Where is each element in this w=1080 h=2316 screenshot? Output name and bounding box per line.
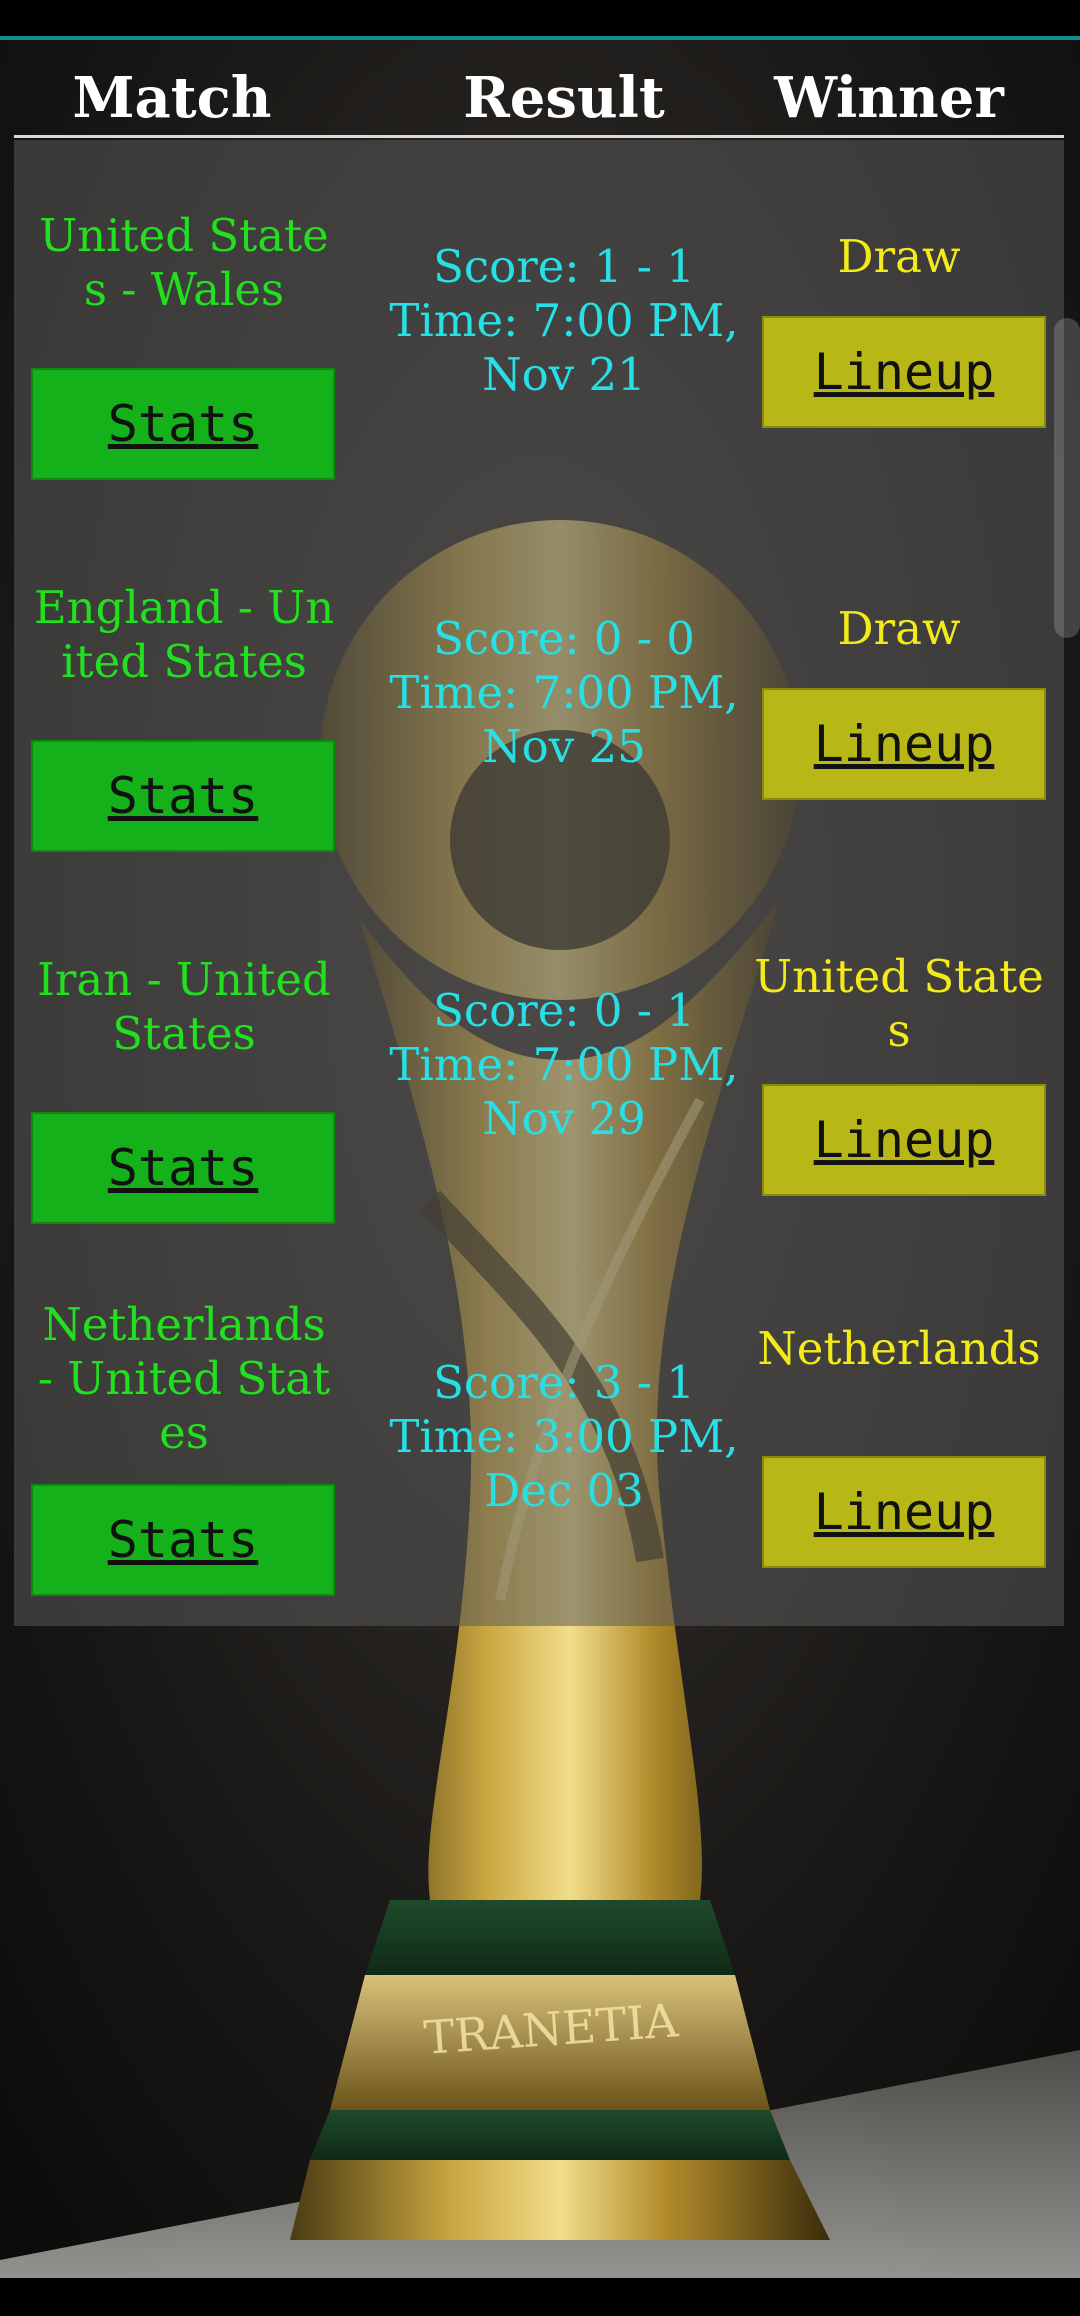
match-result: Score: 3 - 1 Time: 3:00 PM, Dec 03 bbox=[384, 1356, 744, 1518]
match-result: Score: 1 - 1 Time: 7:00 PM, Nov 21 bbox=[384, 240, 744, 402]
match-winner: Draw bbox=[837, 602, 961, 655]
match-teams: Netherlands - United States bbox=[37, 1298, 331, 1459]
table-row: England - United States Stats Score: 0 -… bbox=[14, 512, 1064, 884]
table-row: United States - Wales Stats Score: 1 - 1… bbox=[14, 140, 1064, 512]
table-row: Iran - United States Stats Score: 0 - 1 … bbox=[14, 884, 1064, 1256]
match-result: Score: 0 - 1 Time: 7:00 PM, Nov 29 bbox=[384, 984, 744, 1146]
header-winner: Winner bbox=[774, 65, 1004, 131]
header-result: Result bbox=[463, 65, 665, 131]
match-score: Score: 3 - 1 bbox=[433, 1356, 695, 1409]
match-score: Score: 0 - 0 bbox=[433, 612, 695, 665]
scrollbar[interactable] bbox=[1054, 318, 1080, 638]
match-teams: United States - Wales bbox=[39, 209, 329, 316]
stats-button[interactable]: Stats bbox=[31, 1484, 335, 1596]
lineup-button[interactable]: Lineup bbox=[762, 1084, 1046, 1196]
match-teams: Iran - United States bbox=[37, 953, 331, 1060]
match-time: Time: 7:00 PM, Nov 29 bbox=[389, 1038, 739, 1145]
match-winner: Netherlands bbox=[757, 1322, 1041, 1375]
header-match: Match bbox=[72, 65, 272, 131]
match-score: Score: 1 - 1 bbox=[433, 240, 695, 293]
status-bar bbox=[0, 0, 1080, 36]
match-time: Time: 7:00 PM, Nov 21 bbox=[389, 294, 739, 401]
match-time: Time: 3:00 PM, Dec 03 bbox=[389, 1410, 739, 1517]
stats-button[interactable]: Stats bbox=[31, 740, 335, 852]
match-teams: England - United States bbox=[33, 581, 335, 688]
lineup-button[interactable]: Lineup bbox=[762, 688, 1046, 800]
stats-button[interactable]: Stats bbox=[31, 368, 335, 480]
match-result: Score: 0 - 0 Time: 7:00 PM, Nov 25 bbox=[384, 612, 744, 774]
match-winner: Draw bbox=[837, 230, 961, 283]
match-score: Score: 0 - 1 bbox=[433, 984, 695, 1037]
table-header: Match Result Winner bbox=[14, 58, 1064, 138]
navigation-bar bbox=[0, 2278, 1080, 2316]
accent-line bbox=[0, 36, 1080, 40]
header-divider bbox=[14, 135, 1064, 138]
match-winner: United States bbox=[754, 950, 1044, 1057]
stats-button[interactable]: Stats bbox=[31, 1112, 335, 1224]
table-row: Netherlands - United States Stats Score:… bbox=[14, 1256, 1064, 1628]
lineup-button[interactable]: Lineup bbox=[762, 1456, 1046, 1568]
match-time: Time: 7:00 PM, Nov 25 bbox=[389, 666, 739, 773]
lineup-button[interactable]: Lineup bbox=[762, 316, 1046, 428]
